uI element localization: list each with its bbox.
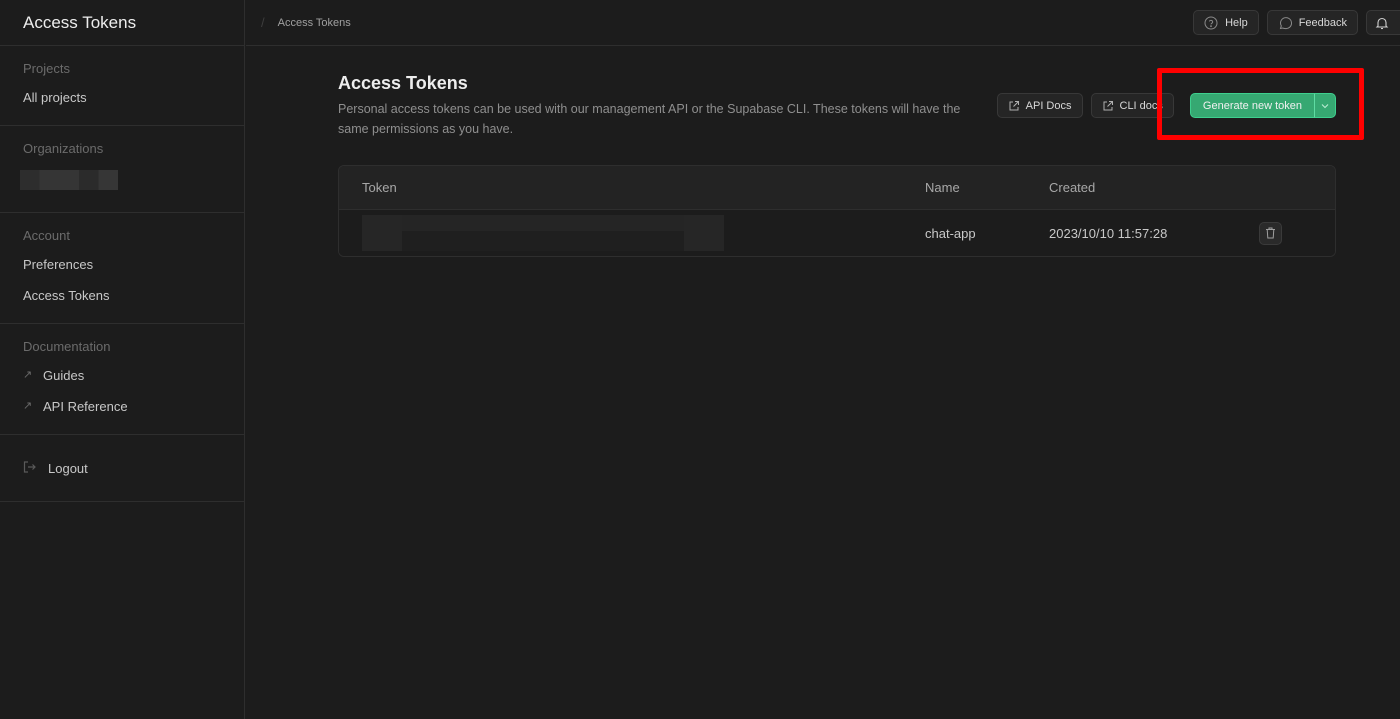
top-bar: / Access Tokens Help Feedback xyxy=(246,0,1400,46)
bell-icon xyxy=(1375,17,1389,29)
breadcrumb-item[interactable]: Access Tokens xyxy=(278,17,351,29)
sidebar-section-logout: Logout xyxy=(0,435,244,502)
sidebar-item-api-reference[interactable]: ↗ API Reference xyxy=(23,391,244,422)
api-docs-button[interactable]: API Docs xyxy=(996,93,1083,118)
sidebar-item-label: Access Tokens xyxy=(23,288,110,303)
logout-icon xyxy=(23,460,48,476)
sidebar-item-preferences[interactable]: Preferences xyxy=(23,249,244,280)
token-created-cell: 2023/10/10 11:57:28 xyxy=(1049,225,1168,241)
help-icon xyxy=(1204,16,1218,29)
sidebar-item-label: All projects xyxy=(23,90,87,105)
sidebar-item-label: Guides xyxy=(43,368,85,383)
trash-icon xyxy=(1266,227,1275,239)
cli-docs-label: CLI docs xyxy=(1119,99,1163,112)
redacted-token-value xyxy=(362,215,724,251)
main-content: Access Tokens Personal access tokens can… xyxy=(338,70,1336,139)
notifications-button[interactable] xyxy=(1366,10,1400,35)
sidebar-item-label: API Reference xyxy=(43,399,128,414)
help-button[interactable]: Help xyxy=(1193,10,1259,35)
cli-docs-button[interactable]: CLI docs xyxy=(1090,93,1174,118)
delete-token-button[interactable] xyxy=(1259,221,1282,245)
column-header-token: Token xyxy=(362,180,397,195)
chat-bubble-icon xyxy=(1279,16,1292,29)
sidebar-item-label: Preferences xyxy=(23,257,94,272)
tokens-table: Token Name Created chat-app 2023/10/10 1… xyxy=(338,165,1336,257)
top-actions: Help Feedback xyxy=(1193,10,1400,35)
sidebar: Access Tokens Projects All projects Orga… xyxy=(0,0,245,719)
section-title-documentation: Documentation xyxy=(23,339,111,354)
logout-button[interactable]: Logout xyxy=(23,453,244,483)
token-name-cell: chat-app xyxy=(925,225,976,241)
section-title-organizations: Organizations xyxy=(23,141,104,156)
external-arrow-icon: ↗ xyxy=(23,369,33,381)
table-row: chat-app 2023/10/10 11:57:28 xyxy=(339,210,1335,256)
column-header-name: Name xyxy=(925,180,960,195)
page-description: Personal access tokens can be used with … xyxy=(338,102,961,136)
chevron-down-icon xyxy=(1321,103,1329,108)
sidebar-section-organizations: Organizations xyxy=(0,126,244,213)
logout-label: Logout xyxy=(48,460,88,476)
sidebar-section-projects: Projects All projects xyxy=(0,46,244,126)
external-arrow-icon: ↗ xyxy=(23,400,33,412)
breadcrumb-separator: / xyxy=(261,15,265,30)
sidebar-item-all-projects[interactable]: All projects xyxy=(23,82,244,113)
external-link-icon xyxy=(1103,100,1113,110)
generate-token-dropdown-button[interactable] xyxy=(1314,93,1336,118)
header-actions: API Docs CLI docs Generate new token xyxy=(996,93,1336,118)
generate-new-token-button[interactable]: Generate new token xyxy=(1189,93,1314,118)
token-actions-cell xyxy=(1259,221,1335,245)
token-cell xyxy=(339,215,925,251)
column-header-created: Created xyxy=(1049,180,1096,195)
sidebar-title: Access Tokens xyxy=(0,0,244,46)
redacted-organization-item[interactable] xyxy=(20,170,118,190)
generate-token-split-button: Generate new token xyxy=(1189,93,1336,118)
help-label: Help xyxy=(1225,16,1248,29)
sidebar-item-guides[interactable]: ↗ Guides xyxy=(23,360,244,391)
external-link-icon xyxy=(1009,100,1019,110)
section-title-projects: Projects xyxy=(23,61,70,76)
sidebar-section-account: Account Preferences Access Tokens xyxy=(0,213,244,324)
feedback-button[interactable]: Feedback xyxy=(1266,10,1358,35)
sidebar-section-documentation: Documentation ↗ Guides ↗ API Reference xyxy=(0,324,244,435)
section-title-account: Account xyxy=(23,228,70,243)
sidebar-item-access-tokens[interactable]: Access Tokens xyxy=(23,280,244,311)
feedback-label: Feedback xyxy=(1298,16,1347,29)
api-docs-label: API Docs xyxy=(1025,99,1072,112)
table-header: Token Name Created xyxy=(339,166,1335,210)
